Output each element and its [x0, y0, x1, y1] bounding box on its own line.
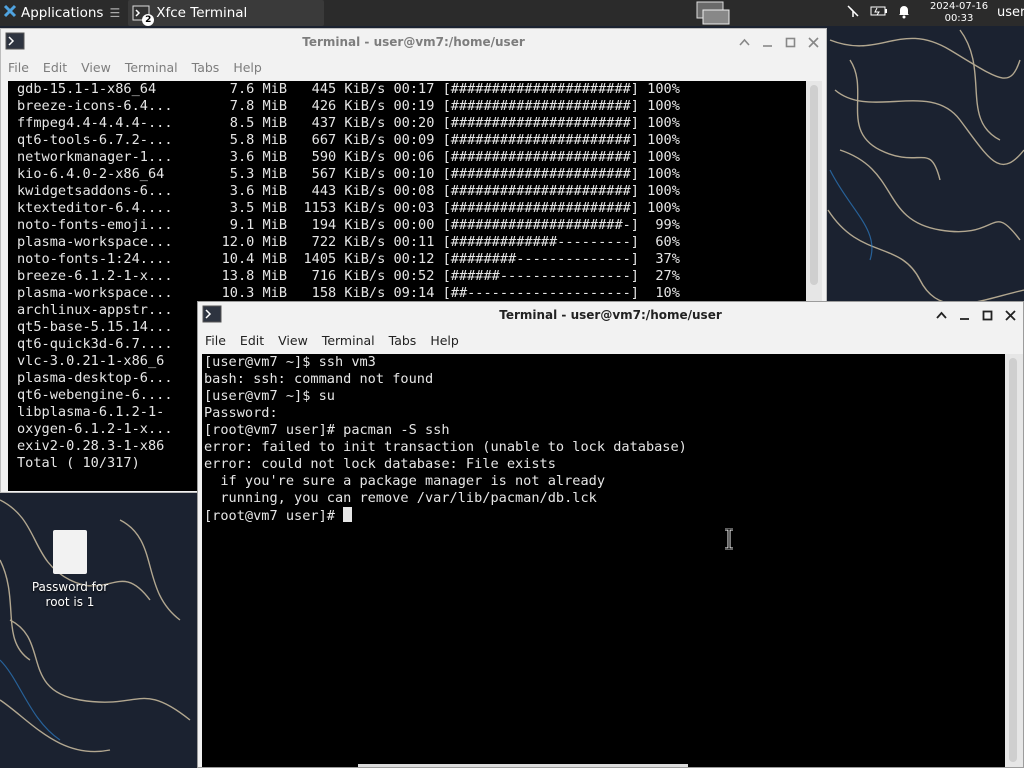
text-file-icon — [53, 530, 87, 574]
terminal-line: [user@vm7 ~]$ ssh vm3 — [204, 354, 376, 370]
scrollbar-thumb[interactable] — [1009, 358, 1017, 762]
menubar: File Edit View Terminal Tabs Help — [198, 328, 1023, 353]
minimize-button[interactable] — [761, 36, 774, 49]
menu-help[interactable]: Help — [423, 333, 466, 348]
window-titlebar[interactable]: Terminal - user@vm7:/home/user — [198, 302, 1023, 328]
user-menu[interactable]: user — [997, 5, 1024, 20]
menu-edit[interactable]: Edit — [36, 60, 74, 75]
workspace-switcher[interactable] — [696, 0, 730, 26]
battery-icon[interactable] — [870, 3, 888, 23]
minimize-button[interactable] — [958, 309, 971, 322]
menu-help[interactable]: Help — [226, 60, 269, 75]
notification-bell-icon[interactable] — [897, 3, 911, 23]
menu-edit[interactable]: Edit — [233, 333, 271, 348]
terminal-line: if you're sure a package manager is not … — [204, 473, 606, 489]
clock-time: 00:33 — [944, 13, 974, 24]
terminal-line: gdb-15.1-1-x86_64 7.6 MiB 445 KiB/s 00:1… — [17, 81, 680, 97]
terminal-line: plasma-workspace... 10.3 MiB 158 KiB/s 0… — [17, 285, 680, 301]
window-title: Terminal - user@vm7:/home/user — [302, 35, 525, 49]
terminal-line: noto-fonts-emoji... 9.1 MiB 194 KiB/s 00… — [17, 217, 680, 233]
close-button[interactable] — [1004, 309, 1017, 322]
maximize-button[interactable] — [784, 36, 797, 49]
menu-terminal[interactable]: Terminal — [315, 333, 382, 348]
terminal-line: breeze-icons-6.4... 7.8 MiB 426 KiB/s 00… — [17, 98, 680, 114]
menu-file[interactable]: File — [198, 333, 233, 348]
menu-file[interactable]: File — [1, 60, 36, 75]
terminal-line: Password: — [204, 405, 278, 421]
taskbar-item-xfce-terminal[interactable]: 2 Xfce Terminal — [128, 0, 325, 26]
window-title: Terminal - user@vm7:/home/user — [499, 308, 722, 322]
menu-terminal[interactable]: Terminal — [118, 60, 185, 75]
close-button[interactable] — [807, 36, 820, 49]
terminal-line: qt6-tools-6.7.2-... 5.8 MiB 667 KiB/s 00… — [17, 132, 680, 148]
text-cursor-ibeam-icon — [725, 528, 733, 550]
menubar: File Edit View Terminal Tabs Help — [1, 55, 826, 80]
shade-button[interactable] — [738, 36, 751, 49]
terminal-line: breeze-6.1.2-1-x... 13.8 MiB 716 KiB/s 0… — [17, 268, 680, 284]
terminal-line: kio-6.4.0-2-x86_64 5.3 MiB 567 KiB/s 00:… — [17, 166, 680, 182]
terminal-line: [user@vm7 ~]$ su — [204, 388, 335, 404]
menu-tabs[interactable]: Tabs — [382, 333, 424, 348]
scrollbar[interactable] — [1005, 354, 1023, 767]
terminal-line: kwidgetsaddons-6... 3.6 MiB 443 KiB/s 00… — [17, 183, 680, 199]
terminal-line: noto-fonts-1:24.... 10.4 MiB 1405 KiB/s … — [17, 251, 680, 267]
terminal-output[interactable]: [user@vm7 ~]$ ssh vm3 bash: ssh: command … — [202, 354, 1005, 767]
clock-date: 2024-07-16 — [929, 1, 989, 12]
top-panel: Applications ☰ 2 Xfce Terminal 2024-07-1… — [0, 0, 1024, 26]
terminal-line: networkmanager-1... 3.6 MiB 590 KiB/s 00… — [17, 149, 680, 165]
taskbar-item-label: Xfce Terminal — [156, 5, 248, 21]
terminal-prompt: [root@vm7 user]# — [204, 508, 344, 524]
terminal-window-active[interactable]: Terminal - user@vm7:/home/user File Edit… — [197, 301, 1024, 768]
desktop-file-icon[interactable]: Password for root is 1 — [22, 530, 118, 610]
applications-menu[interactable]: Applications ☰ — [0, 0, 128, 26]
menu-view[interactable]: View — [271, 333, 315, 348]
network-disconnected-icon[interactable] — [845, 3, 861, 23]
menu-tabs[interactable]: Tabs — [185, 60, 227, 75]
clock[interactable]: 2024-07-16 00:33 — [928, 0, 990, 26]
terminal-line: ktexteditor-6.4.... 3.5 MiB 1153 KiB/s 0… — [17, 200, 680, 216]
window-bottom-edge — [358, 764, 688, 767]
panel-separator-icon: ☰ — [109, 6, 121, 20]
terminal-line: error: could not lock database: File exi… — [204, 456, 556, 472]
terminal-prompt-line[interactable]: [root@vm7 user]# — [204, 507, 1005, 525]
terminal-icon: 2 — [132, 4, 155, 26]
terminal-line: error: failed to init transaction (unabl… — [204, 439, 687, 455]
window-count-badge: 2 — [142, 14, 155, 26]
terminal-line: [root@vm7 user]# pacman -S ssh — [204, 422, 450, 438]
maximize-button[interactable] — [981, 309, 994, 322]
window-titlebar[interactable]: Terminal - user@vm7:/home/user — [1, 29, 826, 55]
terminal-line: running, you can remove /var/lib/pacman/… — [204, 490, 597, 506]
terminal-line: ffmpeg4.4-4.4.4-... 8.5 MiB 437 KiB/s 00… — [17, 115, 680, 131]
desktop-file-label: Password for root is 1 — [31, 580, 109, 609]
system-tray — [845, 0, 911, 26]
menu-view[interactable]: View — [74, 60, 118, 75]
terminal-line: plasma-workspace... 12.0 MiB 722 KiB/s 0… — [17, 234, 680, 250]
terminal-line: bash: ssh: command not found — [204, 371, 434, 387]
scrollbar-thumb[interactable] — [810, 85, 818, 285]
text-cursor — [343, 507, 353, 522]
shade-button[interactable] — [935, 309, 948, 322]
xfce-logo-icon — [3, 4, 17, 22]
applications-label: Applications — [21, 5, 104, 21]
